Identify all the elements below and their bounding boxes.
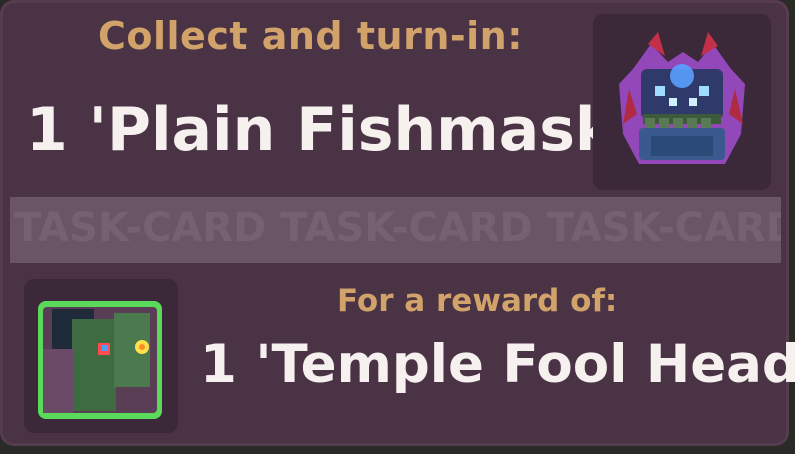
- section-divider: TASK-CARD TASK-CARD TASK-CARD TASK-CARD: [10, 197, 781, 263]
- reward-item-name: 1 'Temple Fool Head': [200, 334, 795, 395]
- collect-item-name: 1 'Plain Fishmask': [26, 95, 634, 165]
- reward-heading: For a reward of:: [337, 283, 618, 319]
- collect-item-slot[interactable]: [593, 14, 771, 190]
- divider-watermark: TASK-CARD TASK-CARD TASK-CARD TASK-CARD: [14, 205, 781, 251]
- reward-item-slot[interactable]: [24, 279, 178, 433]
- task-card: Collect and turn-in: 1 'Plain Fishmask': [0, 0, 795, 446]
- temple-fool-head-icon: [38, 301, 162, 419]
- collect-heading: Collect and turn-in:: [98, 14, 523, 58]
- fishmask-icon: [619, 32, 745, 164]
